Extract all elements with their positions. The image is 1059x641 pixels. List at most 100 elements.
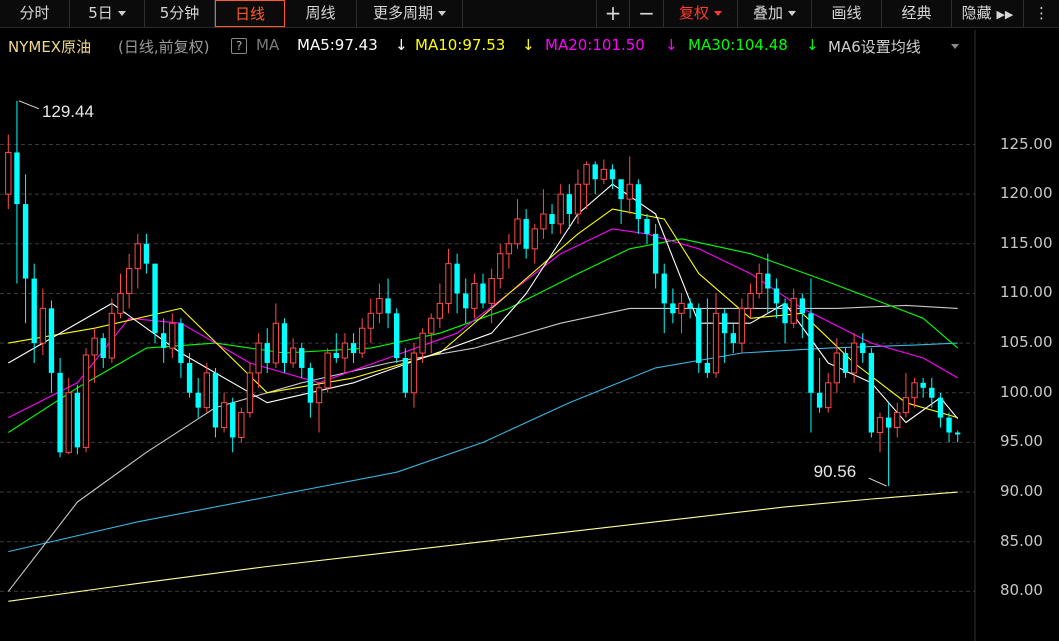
candle-body-down <box>687 303 693 309</box>
candle-body-down <box>842 353 849 373</box>
candle-body-down <box>212 372 219 428</box>
candle-body-down <box>57 372 63 453</box>
candle-body-up <box>514 218 521 245</box>
candle-body-up <box>255 342 262 374</box>
low-price-label: 90.56 <box>814 462 857 481</box>
candle-body-up <box>531 228 538 250</box>
ma250-line <box>8 491 958 602</box>
candle-body-down <box>480 283 486 304</box>
candle-body-up <box>600 168 608 180</box>
candle-body-up <box>203 372 210 409</box>
candle-body-down <box>652 233 659 274</box>
candle-body-up <box>712 312 720 374</box>
candle-body-up <box>790 297 797 324</box>
candle-body-down <box>782 303 788 324</box>
candle-body-up <box>825 382 832 409</box>
candle-body-down <box>635 184 642 219</box>
candle-body-up <box>436 302 444 319</box>
candle-body-down <box>143 243 150 264</box>
y-tick-label: 100.00 <box>1000 382 1053 401</box>
candle-body-down <box>566 194 572 215</box>
candle-body-down <box>22 204 29 279</box>
candle-body-up <box>220 402 228 429</box>
low-arrow <box>868 477 887 487</box>
candle-body-down <box>704 362 711 373</box>
y-tick-label: 85.00 <box>1000 531 1043 550</box>
candle-body-up <box>289 347 297 364</box>
candle-body-up <box>876 417 884 433</box>
y-tick-label: 120.00 <box>1000 184 1053 203</box>
y-tick-label: 80.00 <box>1000 581 1043 600</box>
candle-body-up <box>833 352 841 384</box>
candle-body-up <box>678 302 685 314</box>
candle-body-up <box>756 273 763 294</box>
candlestick-chart[interactable]: 129.44 90.56 <box>0 0 1059 641</box>
candle-body-down <box>402 358 408 393</box>
candle-body-up <box>367 312 374 329</box>
candle-body-down <box>350 343 357 354</box>
candle-body-down <box>31 278 37 344</box>
candle-body-down <box>14 152 20 205</box>
candle-body-up <box>583 163 590 185</box>
candle-body-down <box>592 164 598 180</box>
candle-body-down <box>773 288 780 304</box>
candle-body-up <box>488 278 495 304</box>
candle-body-down <box>178 323 184 363</box>
candle-body-down <box>696 308 702 363</box>
candle-body-down <box>920 382 926 388</box>
candle-body-up <box>911 382 918 399</box>
candle-body-up <box>91 337 98 356</box>
ma120-line <box>8 342 958 553</box>
y-tick-label: 95.00 <box>1000 432 1043 451</box>
candle-body-up <box>117 292 124 314</box>
candle-body-down <box>549 214 555 224</box>
candle-body-up <box>445 263 452 304</box>
candle-body-down <box>394 313 400 358</box>
candle-body-up <box>747 292 754 309</box>
candle-body-down <box>609 169 616 180</box>
candle-body-down <box>765 273 771 289</box>
candle-body-up <box>376 297 383 314</box>
candle-body-down <box>160 333 167 349</box>
high-price-label: 129.44 <box>42 102 94 121</box>
candle-body-down <box>299 348 305 368</box>
candle-body-up <box>39 307 47 344</box>
candle-body-down <box>454 263 460 294</box>
candle-body-up <box>626 183 633 200</box>
candle-body-down <box>281 323 288 363</box>
candle-body-down <box>100 338 106 358</box>
candle-body-up <box>169 322 176 349</box>
candle-body-down <box>929 387 935 398</box>
candle-body-up <box>850 342 858 374</box>
candle-body-down <box>937 397 944 418</box>
candle-body-down <box>661 273 667 304</box>
y-tick-label: 105.00 <box>1000 333 1053 352</box>
candle-body-up <box>540 213 547 230</box>
candle-body-down <box>385 298 391 314</box>
candle-body-down <box>48 308 55 373</box>
candle-body-up <box>894 412 901 429</box>
candle-body-down <box>186 362 193 393</box>
candle-body-down <box>74 392 81 448</box>
candle-body-up <box>108 312 116 359</box>
candle-body-down <box>946 417 952 433</box>
candle-body-up <box>238 412 245 438</box>
candle-body-down <box>264 343 270 363</box>
candle-body-down <box>618 179 624 200</box>
candle-body-up <box>5 151 12 195</box>
candle-body-up <box>428 317 435 334</box>
candle-body-up <box>497 253 504 280</box>
candle-body-down <box>644 218 650 234</box>
candle-body-down <box>816 392 823 408</box>
candle-body-down <box>799 298 806 314</box>
candle-body-up <box>574 183 582 215</box>
candle-body-down <box>885 417 892 428</box>
candle-body-up <box>410 352 418 394</box>
candle-body-up <box>125 268 133 294</box>
candle-body-up <box>419 332 426 354</box>
candle-body-up <box>315 387 323 404</box>
candle-body-up <box>134 243 141 270</box>
candle-body-down <box>868 353 875 433</box>
candle-body-up <box>471 283 478 309</box>
candle-body-up <box>557 193 564 225</box>
